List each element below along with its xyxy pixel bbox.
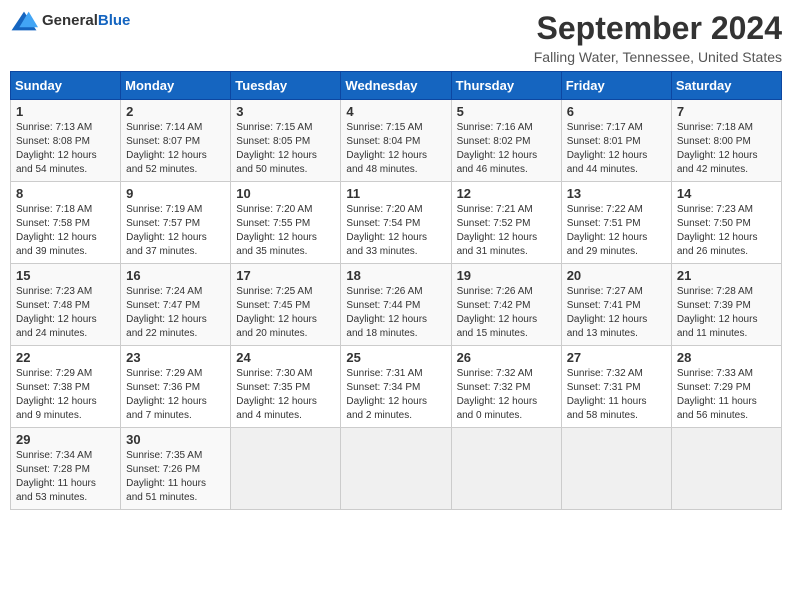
table-row: 30Sunrise: 7:35 AMSunset: 7:26 PMDayligh… — [121, 428, 231, 510]
location: Falling Water, Tennessee, United States — [534, 49, 782, 65]
table-row: 18Sunrise: 7:26 AMSunset: 7:44 PMDayligh… — [341, 264, 451, 346]
table-row: 29Sunrise: 7:34 AMSunset: 7:28 PMDayligh… — [11, 428, 121, 510]
table-row: 14Sunrise: 7:23 AMSunset: 7:50 PMDayligh… — [671, 182, 781, 264]
col-tuesday: Tuesday — [231, 72, 341, 100]
page-header: GeneralBlue September 2024 Falling Water… — [10, 10, 782, 65]
table-row: 28Sunrise: 7:33 AMSunset: 7:29 PMDayligh… — [671, 346, 781, 428]
col-saturday: Saturday — [671, 72, 781, 100]
week-row: 1Sunrise: 7:13 AMSunset: 8:08 PMDaylight… — [11, 100, 782, 182]
title-section: September 2024 Falling Water, Tennessee,… — [534, 10, 782, 65]
week-row: 22Sunrise: 7:29 AMSunset: 7:38 PMDayligh… — [11, 346, 782, 428]
table-row: 10Sunrise: 7:20 AMSunset: 7:55 PMDayligh… — [231, 182, 341, 264]
table-row: 9Sunrise: 7:19 AMSunset: 7:57 PMDaylight… — [121, 182, 231, 264]
table-row: 17Sunrise: 7:25 AMSunset: 7:45 PMDayligh… — [231, 264, 341, 346]
table-row — [231, 428, 341, 510]
logo-general: GeneralBlue — [42, 12, 130, 30]
col-monday: Monday — [121, 72, 231, 100]
table-row: 16Sunrise: 7:24 AMSunset: 7:47 PMDayligh… — [121, 264, 231, 346]
table-row: 3Sunrise: 7:15 AMSunset: 8:05 PMDaylight… — [231, 100, 341, 182]
table-row — [561, 428, 671, 510]
week-row: 29Sunrise: 7:34 AMSunset: 7:28 PMDayligh… — [11, 428, 782, 510]
table-row: 11Sunrise: 7:20 AMSunset: 7:54 PMDayligh… — [341, 182, 451, 264]
table-row — [671, 428, 781, 510]
table-row: 26Sunrise: 7:32 AMSunset: 7:32 PMDayligh… — [451, 346, 561, 428]
calendar-table: Sunday Monday Tuesday Wednesday Thursday… — [10, 71, 782, 510]
col-friday: Friday — [561, 72, 671, 100]
col-thursday: Thursday — [451, 72, 561, 100]
week-row: 15Sunrise: 7:23 AMSunset: 7:48 PMDayligh… — [11, 264, 782, 346]
table-row: 12Sunrise: 7:21 AMSunset: 7:52 PMDayligh… — [451, 182, 561, 264]
table-row: 15Sunrise: 7:23 AMSunset: 7:48 PMDayligh… — [11, 264, 121, 346]
table-row: 7Sunrise: 7:18 AMSunset: 8:00 PMDaylight… — [671, 100, 781, 182]
table-row: 22Sunrise: 7:29 AMSunset: 7:38 PMDayligh… — [11, 346, 121, 428]
table-row: 6Sunrise: 7:17 AMSunset: 8:01 PMDaylight… — [561, 100, 671, 182]
table-row: 8Sunrise: 7:18 AMSunset: 7:58 PMDaylight… — [11, 182, 121, 264]
header-row: Sunday Monday Tuesday Wednesday Thursday… — [11, 72, 782, 100]
table-row — [451, 428, 561, 510]
week-row: 8Sunrise: 7:18 AMSunset: 7:58 PMDaylight… — [11, 182, 782, 264]
month-title: September 2024 — [534, 10, 782, 47]
table-row: 24Sunrise: 7:30 AMSunset: 7:35 PMDayligh… — [231, 346, 341, 428]
table-row: 27Sunrise: 7:32 AMSunset: 7:31 PMDayligh… — [561, 346, 671, 428]
table-row: 13Sunrise: 7:22 AMSunset: 7:51 PMDayligh… — [561, 182, 671, 264]
table-row: 5Sunrise: 7:16 AMSunset: 8:02 PMDaylight… — [451, 100, 561, 182]
table-row: 2Sunrise: 7:14 AMSunset: 8:07 PMDaylight… — [121, 100, 231, 182]
table-row: 25Sunrise: 7:31 AMSunset: 7:34 PMDayligh… — [341, 346, 451, 428]
table-row: 19Sunrise: 7:26 AMSunset: 7:42 PMDayligh… — [451, 264, 561, 346]
table-row: 21Sunrise: 7:28 AMSunset: 7:39 PMDayligh… — [671, 264, 781, 346]
logo: GeneralBlue — [10, 10, 130, 32]
logo-icon — [10, 10, 38, 32]
table-row: 23Sunrise: 7:29 AMSunset: 7:36 PMDayligh… — [121, 346, 231, 428]
table-row — [341, 428, 451, 510]
col-sunday: Sunday — [11, 72, 121, 100]
col-wednesday: Wednesday — [341, 72, 451, 100]
table-row: 1Sunrise: 7:13 AMSunset: 8:08 PMDaylight… — [11, 100, 121, 182]
table-row: 4Sunrise: 7:15 AMSunset: 8:04 PMDaylight… — [341, 100, 451, 182]
table-row: 20Sunrise: 7:27 AMSunset: 7:41 PMDayligh… — [561, 264, 671, 346]
